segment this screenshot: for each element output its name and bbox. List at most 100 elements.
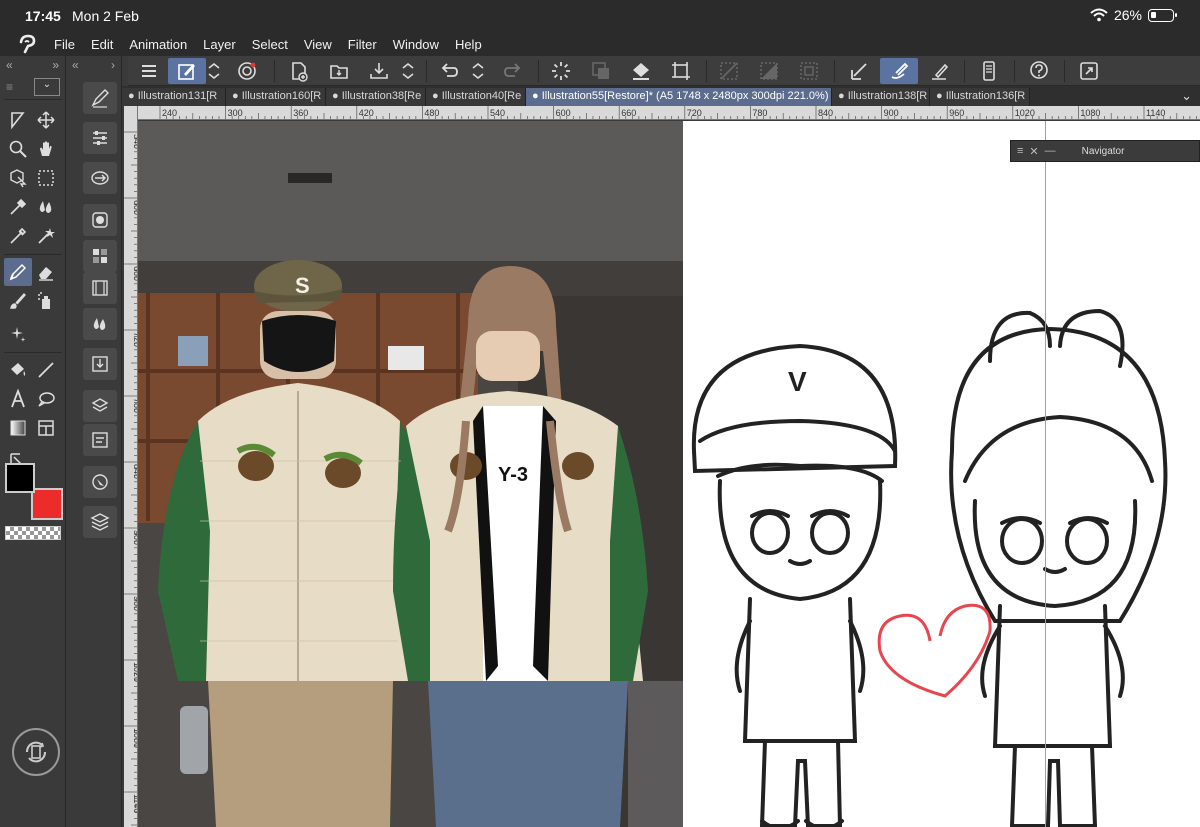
updown-toggle-3[interactable] [466,58,490,84]
smart-edit-button[interactable] [168,58,206,84]
dock-collapse-left-icon[interactable]: « [72,58,79,74]
undo-button[interactable] [430,58,468,84]
smartphone-button[interactable] [970,58,1008,84]
blend-tool-icon[interactable] [32,193,60,221]
hamburger-icon [142,65,156,77]
ruler-h-label: 300 [228,108,243,118]
help-button[interactable] [1020,58,1058,84]
tool-property-button[interactable] [83,122,117,154]
canvas-area[interactable]: S Y-3 V [138,121,1200,827]
transparent-color-swatch[interactable] [5,526,61,540]
updown-toggle-2[interactable] [396,58,420,84]
pen-tool-icon[interactable] [4,258,32,286]
material-button[interactable] [83,348,117,380]
brush-tool-icon[interactable] [4,287,32,315]
menu-animation[interactable]: Animation [129,37,187,52]
clear-outside-button[interactable] [582,58,620,84]
updown-toggle-1[interactable] [202,58,226,84]
zoom-tool-icon[interactable] [4,135,32,163]
navigator-minimize-icon[interactable]: — [1045,145,1056,157]
fullscreen-button[interactable] [1070,58,1108,84]
tab-illustration138[interactable]: ● Illustration138[R [832,88,930,106]
palette-menu-icon[interactable]: ≡ [6,80,13,94]
snap-ruler-button[interactable] [840,58,878,84]
hamburger-menu-button[interactable] [130,58,168,84]
sub-tool-palette-button[interactable] [83,82,117,114]
show-selection-button[interactable] [790,58,828,84]
collapse-right-icon[interactable]: » [52,58,59,74]
color-set-button[interactable] [83,240,117,272]
airbrush-tool-icon[interactable] [32,287,60,315]
balloon-tool-icon[interactable] [32,385,60,413]
hand-tool-icon[interactable] [32,135,60,163]
menu-view[interactable]: View [304,37,332,52]
navigator-panel[interactable]: ≡ ✕ — Navigator [1010,140,1200,162]
text-tool-icon[interactable] [4,385,32,413]
collapse-left-icon[interactable]: « [6,58,13,74]
layer-search-button[interactable] [83,424,117,456]
auto-select-tool-icon[interactable] [32,222,60,250]
dock-collapse-right-icon[interactable]: › [111,58,115,74]
menu-window[interactable]: Window [393,37,439,52]
menu-edit[interactable]: Edit [91,37,113,52]
color-history-button[interactable] [83,308,117,340]
color-wheel-button[interactable] [83,204,117,236]
menu-file[interactable]: File [54,37,75,52]
tab-illustration136[interactable]: ● Illustration136[R [930,88,1030,106]
new-file-button[interactable] [280,58,318,84]
app-logo-icon[interactable] [16,33,40,55]
transform-button[interactable] [662,58,700,84]
tab-illustration160[interactable]: ● Illustration160[R [226,88,326,106]
main-color-swatch[interactable] [5,463,35,493]
sub-color-swatch[interactable] [31,488,63,520]
deselect-button[interactable] [710,58,748,84]
menu-select[interactable]: Select [252,37,288,52]
companion-button[interactable] [228,58,266,84]
tool-dropdown-icon[interactable]: ⌄ [34,78,60,96]
layer-palette-button[interactable] [83,506,117,538]
line-tool-icon[interactable] [32,356,60,384]
eyedropper-tool-icon[interactable] [4,193,32,221]
eraser-tool-icon[interactable] [32,258,60,286]
snap-grid-button[interactable] [920,58,958,84]
palette-dock: « › [66,56,122,827]
tab-illustration38[interactable]: ● Illustration38[Re [326,88,426,106]
burst-icon [552,62,570,80]
edge-keyboard-button[interactable] [12,728,60,776]
guide-line[interactable] [1045,121,1046,827]
transform-icon [672,62,690,80]
menu-layer[interactable]: Layer [203,37,236,52]
tab-label: Illustration136[R [945,90,1026,102]
navigator-palette-button[interactable] [83,466,117,498]
frame-tool-icon[interactable] [32,414,60,442]
tab-illustration131[interactable]: ● Illustration131[R [122,88,226,106]
navigator-menu-icon[interactable]: ≡ [1017,145,1023,157]
ruler-h-label: 540 [490,108,505,118]
fill-tool-icon[interactable] [4,356,32,384]
decoration-tool-icon[interactable] [4,320,32,348]
move-layer-tool-icon[interactable] [32,106,60,134]
invert-selection-button[interactable] [750,58,788,84]
tabs-overflow-chevron-icon[interactable]: ⌄ [1181,88,1192,104]
approx-color-button[interactable] [83,272,117,304]
selection-tool-icon[interactable] [32,164,60,192]
menu-help[interactable]: Help [455,37,482,52]
gradient-tool-icon[interactable] [4,414,32,442]
brush-size-button[interactable] [83,162,117,194]
navigator-close-icon[interactable]: ✕ [1029,145,1038,158]
operation-tool-icon[interactable] [4,106,32,134]
layer-property-button[interactable] [83,390,117,422]
dropper-pen-tool-icon[interactable] [4,222,32,250]
clear-button[interactable] [542,58,580,84]
menu-filter[interactable]: Filter [348,37,377,52]
fill-button[interactable] [622,58,660,84]
snap-special-ruler-button[interactable] [880,58,918,84]
save-button[interactable] [360,58,398,84]
canvas-paper[interactable]: S Y-3 V [138,121,1200,827]
tab-illustration40[interactable]: ● Illustration40[Re [426,88,526,106]
open-file-button[interactable] [320,58,358,84]
object-tool-icon[interactable] [4,164,32,192]
tab-illustration55[interactable]: ● Illustration55[Restore]* (A5 1748 x 24… [526,88,832,106]
ruler-ticks: 240 300 360 420 480 540 600 660 720 780 840 900 960 1… [159,106,1197,119]
redo-button[interactable] [494,58,532,84]
